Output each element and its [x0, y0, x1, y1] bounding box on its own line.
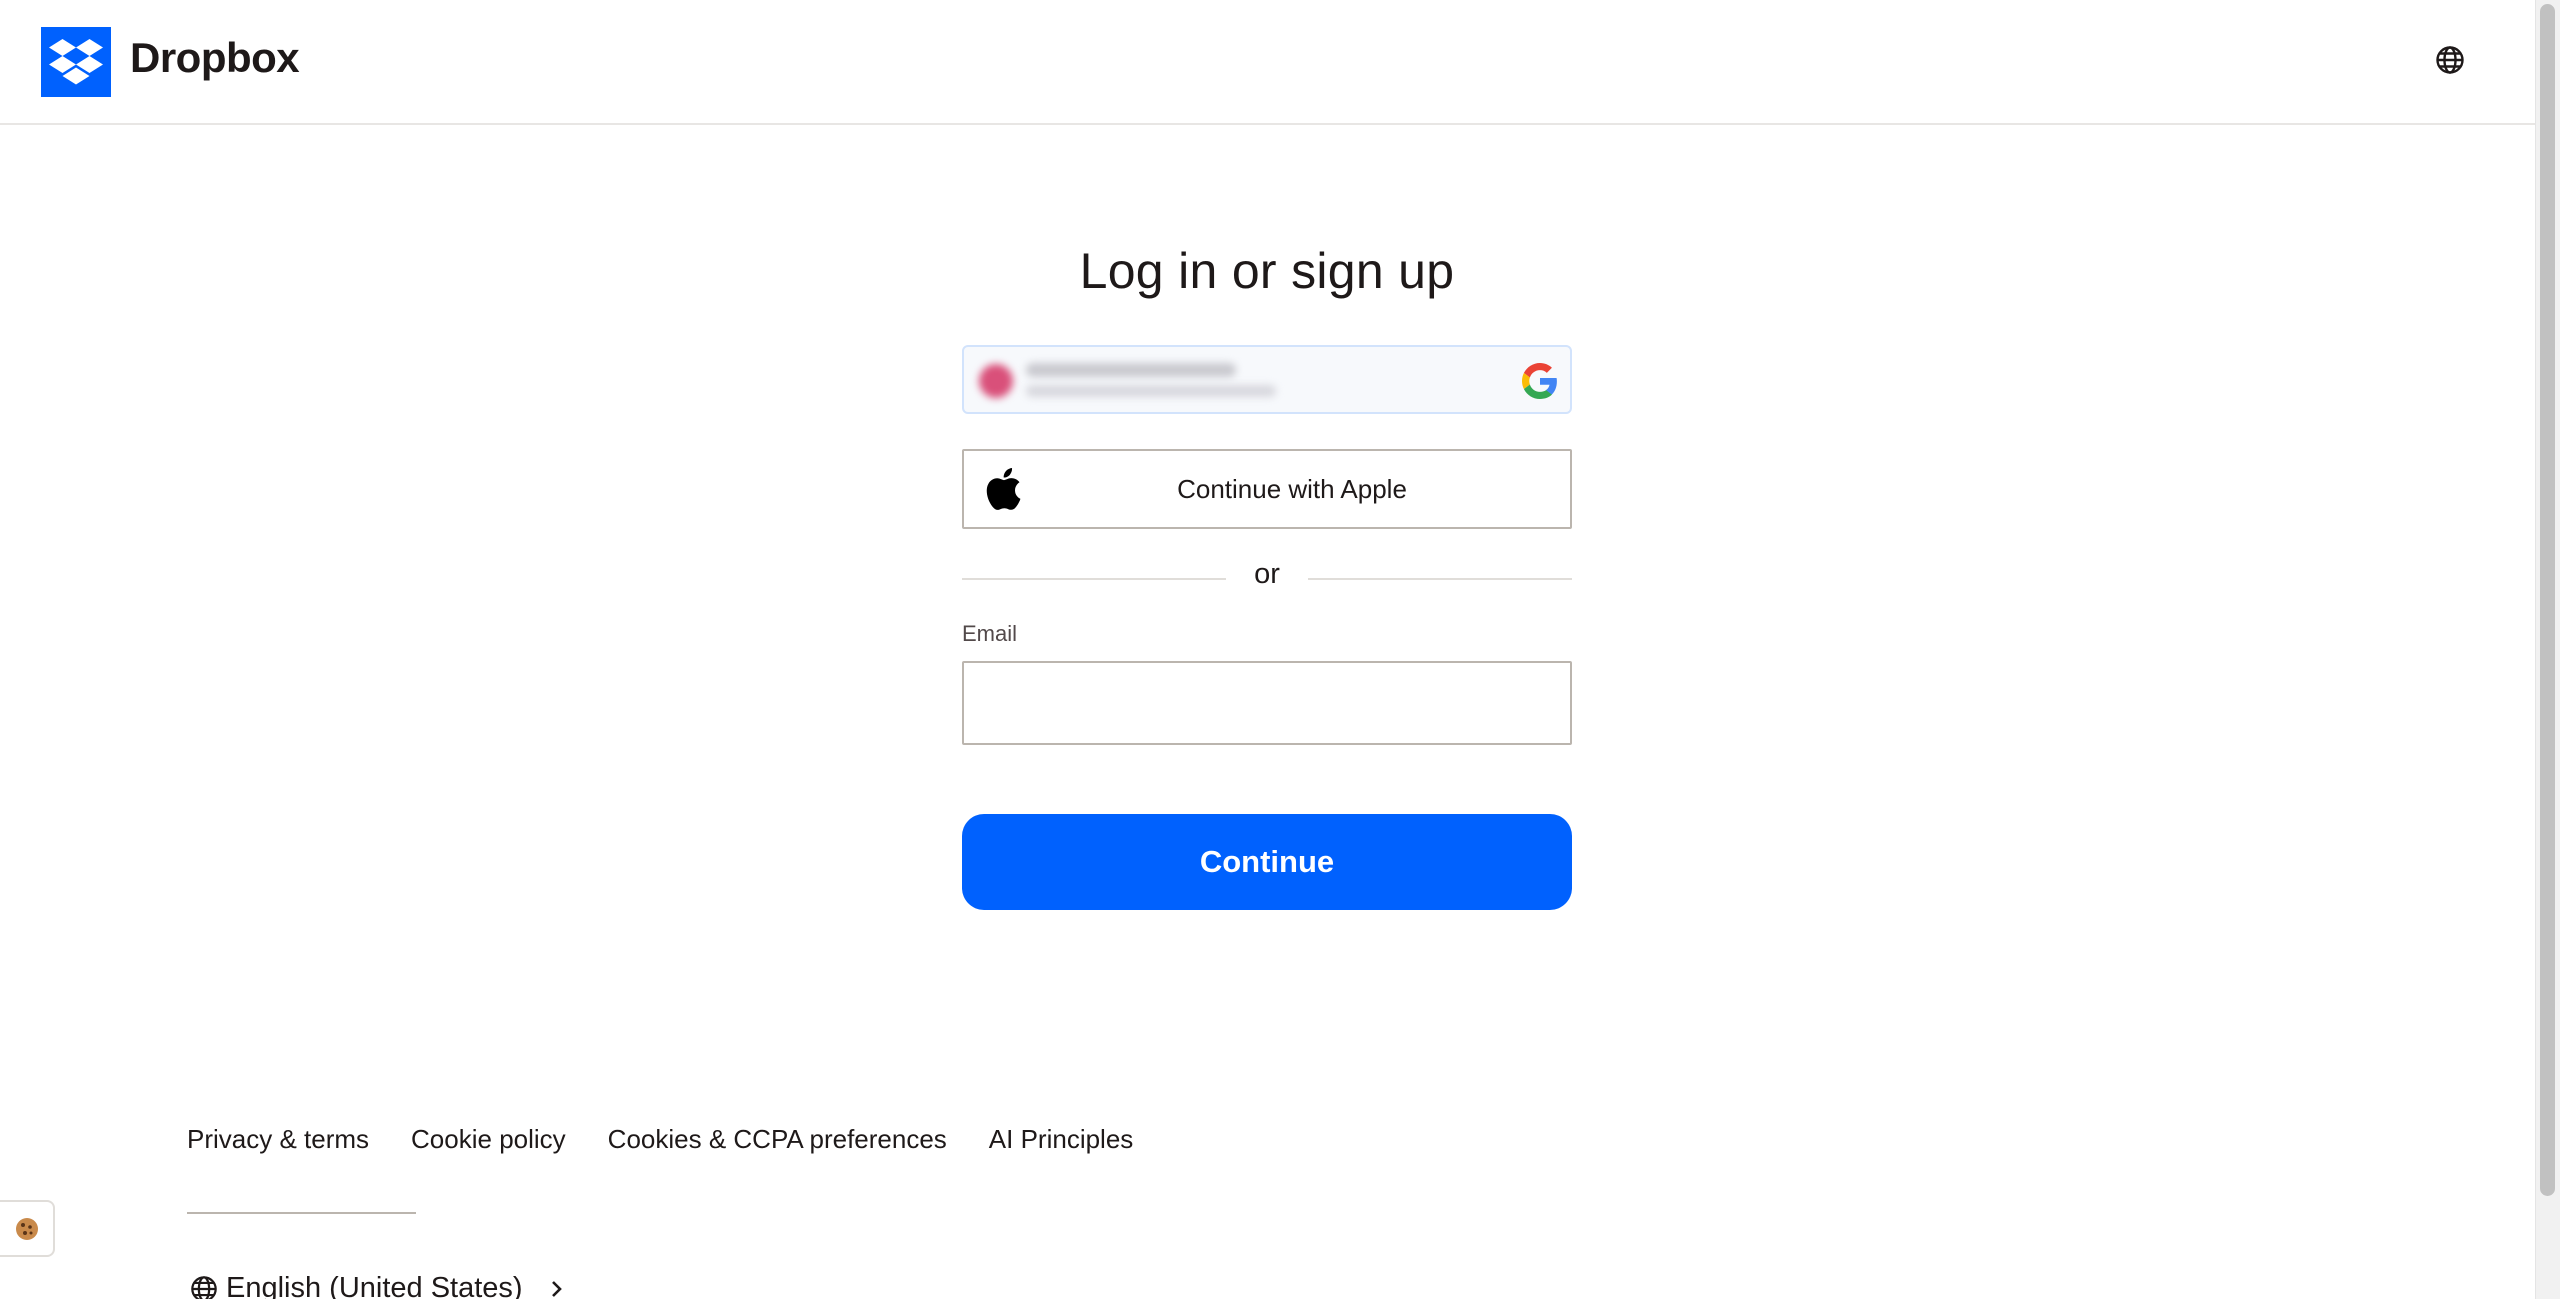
footer-divider [187, 1212, 416, 1214]
account-name-redacted [1026, 363, 1236, 377]
brand-name[interactable]: Dropbox [130, 34, 300, 82]
page-title: Log in or sign up [1079, 243, 1455, 299]
cookies-ccpa-link[interactable]: Cookies & CCPA preferences [608, 1124, 947, 1155]
language-selector[interactable]: English (United States) [190, 1272, 567, 1299]
chevron-right-icon [551, 1280, 562, 1297]
google-account-button[interactable] [962, 345, 1572, 414]
divider-line-left [962, 578, 1226, 580]
scrollbar-thumb[interactable] [2540, 4, 2555, 1196]
continue-button[interactable]: Continue [962, 814, 1572, 910]
divider-line-right [1308, 578, 1572, 580]
globe-icon [191, 1275, 217, 1299]
continue-with-apple-button[interactable]: Continue with Apple [962, 449, 1572, 529]
cookie-icon [15, 1217, 38, 1240]
dropbox-logo-icon[interactable] [41, 27, 111, 97]
ai-principles-link[interactable]: AI Principles [989, 1124, 1134, 1155]
footer-links: Privacy & terms Cookie policy Cookies & … [187, 1124, 1133, 1155]
email-field[interactable] [962, 661, 1572, 745]
google-icon [1522, 363, 1557, 399]
top-header: Dropbox [0, 0, 2535, 125]
cookie-policy-link[interactable]: Cookie policy [411, 1124, 566, 1155]
account-email-redacted [1026, 385, 1276, 397]
language-label: English (United States) [226, 1272, 523, 1299]
divider-or-text: or [1254, 558, 1280, 590]
privacy-terms-link[interactable]: Privacy & terms [187, 1124, 369, 1155]
apple-button-label: Continue with Apple [1177, 473, 1407, 504]
cookie-preferences-button[interactable] [0, 1200, 55, 1257]
login-page: Dropbox Log in or sign up Continue with … [0, 0, 2560, 1299]
language-globe-icon[interactable] [2430, 40, 2470, 80]
email-label: Email [962, 621, 1018, 646]
account-avatar [979, 364, 1013, 398]
